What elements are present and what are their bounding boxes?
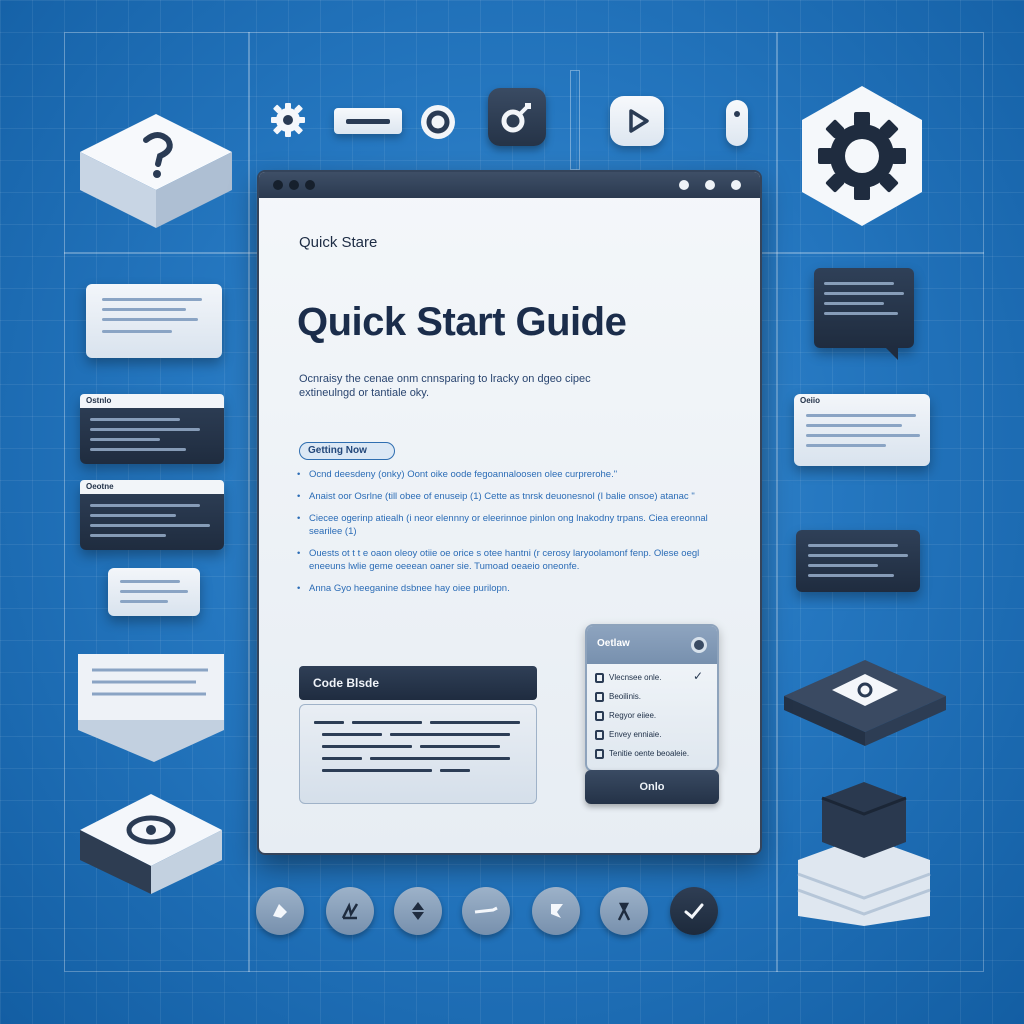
bullet-item: Ocnd deesdeny (onky) Oont oike oode fego… <box>297 468 717 481</box>
play-icon[interactable] <box>610 96 664 146</box>
option-item[interactable]: Beoilinis. <box>595 691 709 710</box>
window-titlebar <box>259 172 760 198</box>
bullet-item: Anna Gyo heeganine dsbnee hay oiee puril… <box>297 582 717 595</box>
options-list: Vlecnsee onle. ✓ Beoilinis. Regyor eiiee.… <box>587 664 717 770</box>
toolbar-divider <box>570 70 580 170</box>
bullet-item: Anaist oor Osrlne (till obee of enuseip … <box>297 490 717 503</box>
stacked-pages-icon[interactable] <box>76 650 226 775</box>
option-item[interactable]: Tenitie oente beoaleie. <box>595 748 709 767</box>
right-card-1-header: Oeiio <box>800 396 821 405</box>
options-header: Oetlaw <box>587 626 717 664</box>
section-pill[interactable]: Getting Now <box>299 442 395 460</box>
check-icon: ✓ <box>692 669 703 683</box>
check-icon[interactable] <box>670 887 718 935</box>
checkbox-icon[interactable] <box>595 673 604 683</box>
window-close-button[interactable] <box>731 180 741 190</box>
doc-label: Quick Stare <box>299 234 378 251</box>
toggle-icon[interactable] <box>726 100 748 146</box>
checkbox-icon[interactable] <box>595 711 604 721</box>
window-dot-3[interactable] <box>305 180 315 190</box>
window-dot-2[interactable] <box>289 180 299 190</box>
window-dot-1[interactable] <box>273 180 283 190</box>
checkbox-icon[interactable] <box>595 692 604 702</box>
checkbox-icon[interactable] <box>595 730 604 740</box>
bullet-list: Ocnd deesdeny (onky) Oont oike oode fego… <box>297 468 717 604</box>
code-block-body[interactable] <box>299 704 537 804</box>
options-panel: Oetlaw Vlecnsee onle. ✓ Beoilinis. Regyor… <box>585 624 719 772</box>
layered-button-icon[interactable] <box>780 656 950 753</box>
left-card-2-header: Oeotne <box>80 480 224 494</box>
key-icon[interactable] <box>488 88 546 146</box>
marker-icon[interactable] <box>600 887 648 935</box>
options-header-label: Oetlaw <box>597 638 630 649</box>
left-message-card[interactable] <box>86 284 222 358</box>
server-stack-icon[interactable] <box>794 778 934 933</box>
quick-start-window: Quick Stare Quick Start Guide Ocnraisy t… <box>257 170 762 855</box>
line-icon[interactable] <box>462 887 510 935</box>
right-code-card[interactable] <box>796 530 920 592</box>
bullet-item: Ciecee ogerinp atiealh (i neor elennny o… <box>297 512 717 538</box>
left-code-card-2[interactable]: Oeotne <box>80 480 224 550</box>
option-item[interactable]: Vlecnsee onle. ✓ <box>595 669 709 691</box>
minus-bar-icon[interactable] <box>334 108 402 134</box>
draw-icon[interactable] <box>326 887 374 935</box>
option-item[interactable]: Envey enniaie. <box>595 729 709 748</box>
left-code-card-1[interactable]: Ostnlo <box>80 394 224 464</box>
left-note-card[interactable] <box>108 568 200 616</box>
help-question-icon[interactable] <box>76 110 236 240</box>
arrows-icon[interactable] <box>394 887 442 935</box>
right-text-card[interactable]: Oeiio <box>794 394 930 466</box>
bullet-item: Ouests ot t t e oaon oleoy otiie oe oric… <box>297 547 717 573</box>
code-block-header[interactable]: Code Blsde <box>299 666 537 700</box>
frame-guide-left <box>248 32 250 972</box>
gear-icon[interactable] <box>268 100 308 145</box>
intro-text: Ocnraisy the cenae onm cnnsparing to lra… <box>299 373 591 399</box>
checkbox-icon[interactable] <box>595 749 604 759</box>
frame-guide-right <box>776 32 778 972</box>
left-card-1-header: Ostnlo <box>80 394 224 408</box>
shape-icon[interactable] <box>256 887 304 935</box>
settings-gear-icon[interactable] <box>798 84 926 233</box>
page-title: Quick Start Guide <box>297 300 627 344</box>
options-confirm-button[interactable]: Onlo <box>585 770 719 804</box>
option-item[interactable]: Regyor eiiee. <box>595 710 709 729</box>
right-chat-card[interactable] <box>814 268 914 360</box>
eye-page-icon[interactable] <box>76 790 226 905</box>
ring-icon[interactable] <box>418 102 458 147</box>
tag-icon[interactable] <box>532 887 580 935</box>
window-maximize-button[interactable] <box>705 180 715 190</box>
options-toggle-icon[interactable] <box>691 637 707 653</box>
window-minimize-button[interactable] <box>679 180 689 190</box>
